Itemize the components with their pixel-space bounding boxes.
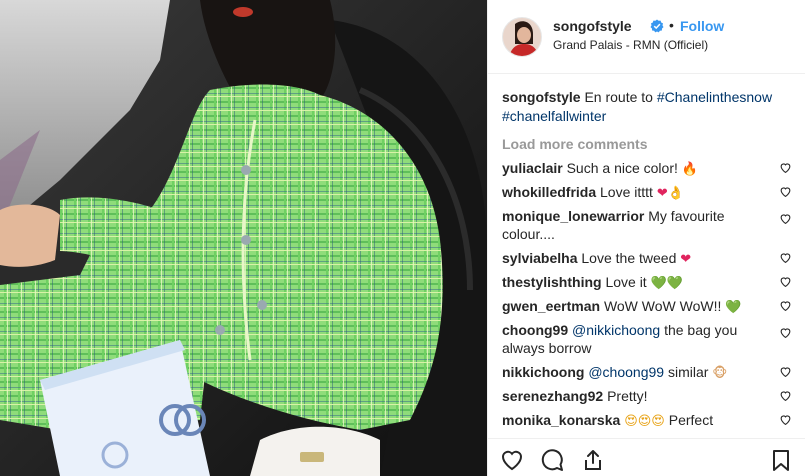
comment-icon[interactable] xyxy=(539,447,565,473)
comment-username[interactable]: monika_konarska xyxy=(502,412,620,428)
comment-like-icon[interactable] xyxy=(779,299,792,312)
comment-like-icon[interactable] xyxy=(779,326,792,339)
comment-like-icon[interactable] xyxy=(779,275,792,288)
comment-text: Love itttt xyxy=(600,184,653,200)
comment-item: choong99 @nikkichoong the bag you always… xyxy=(502,321,792,363)
caption-text: En route to xyxy=(584,89,653,105)
monkey-emoji: 🐵 xyxy=(712,366,728,381)
comment-username[interactable]: serenezhang92 xyxy=(502,388,603,404)
follow-button[interactable]: Follow xyxy=(680,18,724,34)
comment-like-icon[interactable] xyxy=(779,212,792,225)
avatar-image xyxy=(503,18,541,56)
verified-badge-icon xyxy=(650,19,664,33)
green-heart-emoji: 💚 xyxy=(725,300,742,315)
fire-emoji: 🔥 xyxy=(681,162,698,177)
comments-list: songofstyle En route to #Chanelinthesnow… xyxy=(502,88,792,435)
mention-link[interactable]: @nikkichoong xyxy=(572,322,660,338)
like-icon[interactable] xyxy=(499,447,525,473)
comment-username[interactable]: sylviabelha xyxy=(502,250,578,266)
comment-item: thestylishthing Love it 💚💚 xyxy=(502,273,792,297)
post-location[interactable]: Grand Palais - RMN (Officiel) xyxy=(553,38,708,52)
comment-item: gwen_eertman WoW WoW WoW!! 💚 xyxy=(502,297,792,321)
comment-like-icon[interactable] xyxy=(779,185,792,198)
separator-dot: • xyxy=(669,17,674,33)
save-icon[interactable] xyxy=(768,447,794,473)
avatar[interactable] xyxy=(502,17,542,57)
comment-item: whokilledfrida Love itttt ❤👌 xyxy=(502,183,792,207)
comment-text: Perfect xyxy=(668,412,714,428)
post-details-panel: songofstyle • Follow Grand Palais - RMN … xyxy=(487,0,805,476)
comment-username[interactable]: choong99 xyxy=(502,322,568,338)
comment-like-icon[interactable] xyxy=(779,161,792,174)
comment-username[interactable]: yuliaclair xyxy=(502,160,563,176)
heart-eyes-emoji: 😍😍😍 xyxy=(624,414,665,429)
comment-item: serenezhang92 Pretty! xyxy=(502,387,792,411)
green-heart-emoji: 💚💚 xyxy=(650,276,683,291)
comment-username[interactable]: nikkichoong xyxy=(502,364,584,380)
comment-like-icon[interactable] xyxy=(779,251,792,264)
comment-like-icon[interactable] xyxy=(779,389,792,402)
red-heart-emoji: ❤👌 xyxy=(656,186,684,201)
hashtag-link[interactable]: #Chanelinthesnow xyxy=(657,89,772,105)
comment-like-icon[interactable] xyxy=(779,413,792,426)
comment-text: similar xyxy=(667,364,709,380)
comment-item: nikkichoong @choong99 similar 🐵 xyxy=(502,363,792,387)
comment-item: sylviabelha Love the tweed ❤ xyxy=(502,249,792,273)
share-icon[interactable] xyxy=(580,447,606,473)
comment-text: Love it xyxy=(605,274,647,290)
comment-username[interactable]: whokilledfrida xyxy=(502,184,596,200)
comment-username[interactable]: thestylishthing xyxy=(502,274,602,290)
comment-item: monique_lonewarrior My favourite colour.… xyxy=(502,207,792,249)
caption-username[interactable]: songofstyle xyxy=(502,89,581,105)
post-header: songofstyle • Follow Grand Palais - RMN … xyxy=(488,0,805,74)
comment-text: Such a nice color! xyxy=(566,160,678,176)
red-heart-emoji: ❤ xyxy=(680,252,692,267)
comment-username[interactable]: monique_lonewarrior xyxy=(502,208,644,224)
post-photo-illustration xyxy=(0,0,487,476)
post-actions-bar xyxy=(488,438,805,476)
comment-like-icon[interactable] xyxy=(779,365,792,378)
hashtag-link[interactable]: #chanelfallwinter xyxy=(502,108,606,124)
mention-link[interactable]: @choong99 xyxy=(588,364,664,380)
post-photo[interactable] xyxy=(0,0,487,476)
load-more-comments-button[interactable]: Load more comments xyxy=(502,136,792,155)
comment-text: Love the tweed xyxy=(581,250,677,266)
comment-item: yuliaclair Such a nice color! 🔥 xyxy=(502,159,792,183)
comment-username[interactable]: gwen_eertman xyxy=(502,298,600,314)
comment-text: WoW WoW WoW!! xyxy=(603,298,722,314)
post-caption: songofstyle En route to #Chanelinthesnow… xyxy=(502,88,792,126)
comment-item: monika_konarska 😍😍😍 Perfect xyxy=(502,411,792,435)
comment-text: Pretty! xyxy=(607,388,648,404)
post-author-username[interactable]: songofstyle xyxy=(553,18,632,34)
